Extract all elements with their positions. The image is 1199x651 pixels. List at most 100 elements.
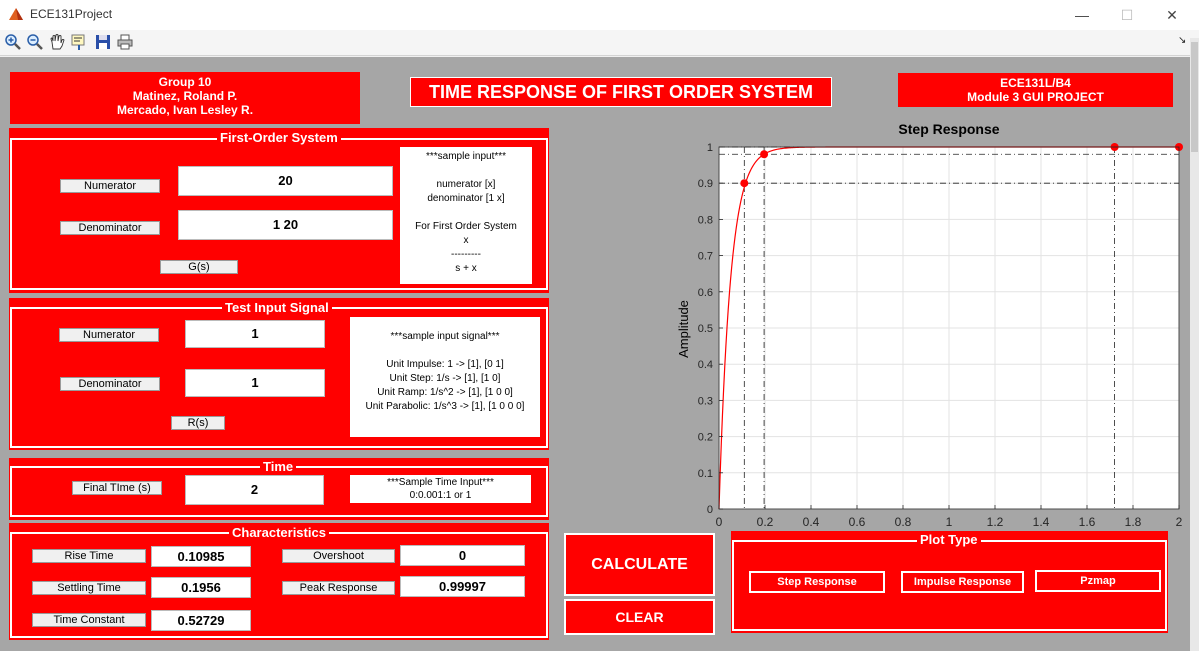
y-tick-label: 0.1 [698, 468, 713, 480]
settling-time-value: 0.1956 [151, 577, 251, 598]
fo-numerator-input[interactable]: 20 [178, 166, 393, 196]
y-tick-label: 0.4 [698, 359, 713, 371]
characteristics-panel-title: Characteristics [229, 525, 329, 540]
x-tick-label: 0.4 [803, 515, 820, 529]
note-line: Unit Step: 1/s -> [1], [1 0] [389, 373, 501, 384]
ti-numerator-input[interactable]: 1 [185, 320, 325, 348]
time-constant-label: Time Constant [32, 613, 146, 627]
overshoot-label: Overshoot [282, 549, 395, 563]
x-tick-label: 2 [1176, 515, 1183, 529]
first-order-panel-title: First-Order System [217, 130, 341, 145]
ti-denominator-label: Denominator [60, 377, 160, 391]
zoom-in-icon[interactable] [4, 33, 22, 51]
y-tick-label: 0.8 [698, 214, 713, 226]
x-tick-label: 0.6 [849, 515, 866, 529]
member-name-1: Matinez, Roland P. [132, 89, 238, 103]
y-tick-label: 0.7 [698, 251, 713, 263]
ti-sample-input-note: ***sample input signal*** Unit Impulse: … [350, 317, 540, 437]
time-panel-title: Time [260, 459, 297, 474]
figure-toolbar: ↘ [0, 30, 1199, 56]
chart-y-axis-label: Amplitude [676, 300, 691, 358]
step-response-chart[interactable]: Step Response Amplitude 0 0.2 0.4 0.6 0.8 1 1.… [660, 115, 1190, 535]
group-info-box: Group 10 Matinez, Roland P. Mercado, Iva… [10, 72, 360, 124]
page-title: TIME RESPONSE OF FIRST ORDER SYSTEM [410, 77, 832, 107]
note-line [400, 206, 532, 220]
minimize-button[interactable]: — [1059, 0, 1105, 30]
final-time-input[interactable]: 2 [185, 475, 324, 505]
rise-time-value: 0.10985 [151, 546, 251, 567]
calculate-button[interactable]: CALCULATE [564, 533, 715, 596]
close-button[interactable]: ✕ [1149, 0, 1195, 30]
scrollbar-thumb[interactable] [1191, 42, 1198, 152]
peak-response-label: Peak Response [282, 581, 395, 595]
peak-response-value: 0.99997 [400, 576, 525, 597]
x-tick-label: 1.8 [1125, 515, 1142, 529]
fo-denominator-input[interactable]: 1 20 [178, 210, 393, 240]
time-constant-value: 0.52729 [151, 610, 251, 631]
group-number: Group 10 [158, 75, 212, 89]
maximize-button[interactable]: ☐ [1104, 0, 1150, 30]
settling-time-label: Settling Time [32, 581, 146, 595]
note-line: s + x [455, 263, 477, 274]
x-tick-label: 0.2 [757, 515, 774, 529]
overshoot-value: 0 [400, 545, 525, 566]
y-tick-label: 0.2 [698, 432, 713, 444]
x-tick-label: 1.2 [987, 515, 1004, 529]
x-tick-label: 1.6 [1079, 515, 1096, 529]
chart-marker-point [760, 150, 769, 159]
y-tick-label: 1 [707, 142, 713, 154]
note-line: For First Order System [415, 221, 517, 232]
chart-marker-point [740, 179, 749, 188]
y-tick-label: 0 [707, 504, 713, 516]
note-line: ***sample input signal*** [390, 331, 500, 342]
note-line: Unit Ramp: 1/s^2 -> [1], [1 0 0] [377, 387, 513, 398]
x-tick-label: 1 [946, 515, 953, 529]
ti-denominator-input[interactable]: 1 [185, 369, 325, 397]
window-title-bar: ECE131Project — ☐ ✕ [0, 0, 1199, 30]
note-line: ***sample input*** [425, 151, 507, 162]
test-input-panel-title: Test Input Signal [222, 300, 332, 315]
data-cursor-icon[interactable] [70, 33, 88, 51]
module-name: Module 3 GUI PROJECT [967, 90, 1104, 104]
rise-time-label: Rise Time [32, 549, 146, 563]
vertical-scrollbar[interactable] [1190, 38, 1199, 651]
pan-icon[interactable] [48, 33, 66, 51]
window-title: ECE131Project [30, 7, 113, 21]
impulse-response-button[interactable]: Impulse Response [901, 571, 1024, 593]
y-tick-label: 0.3 [698, 395, 713, 407]
note-line: --------- [451, 249, 481, 260]
matlab-app-icon [9, 8, 23, 20]
course-code: ECE131L/B4 [1000, 76, 1071, 90]
x-tick-label: 0 [716, 515, 723, 529]
fo-denominator-label: Denominator [60, 221, 160, 235]
step-response-button[interactable]: Step Response [749, 571, 885, 593]
zoom-out-icon[interactable] [26, 33, 44, 51]
chart-title: Step Response [898, 121, 999, 137]
toolbar-dock-arrow-icon[interactable]: ↘ [1178, 35, 1186, 46]
note-line: Unit Parabolic: 1/s^3 -> [1], [1 0 0 0] [365, 401, 525, 412]
fo-numerator-label: Numerator [60, 179, 160, 193]
course-info-box: ECE131L/B4 Module 3 GUI PROJECT [898, 73, 1173, 107]
time-sample-note: ***Sample Time Input*** 0:0.001:1 or 1 [350, 475, 531, 503]
note-line: Unit Impulse: 1 -> [1], [0 1] [386, 359, 504, 370]
clear-button[interactable]: CLEAR [564, 599, 715, 635]
print-icon[interactable] [116, 33, 134, 51]
x-tick-label: 0.8 [895, 515, 912, 529]
member-name-2: Mercado, Ivan Lesley R. [116, 103, 254, 117]
note-line: ***Sample Time Input*** [387, 477, 494, 488]
x-tick-label: 1.4 [1033, 515, 1050, 529]
ti-numerator-label: Numerator [59, 328, 159, 342]
y-tick-label: 0.9 [698, 178, 713, 190]
y-tick-label: 0.5 [698, 323, 713, 335]
y-tick-label: 0.6 [698, 287, 713, 299]
pzmap-button[interactable]: Pzmap [1035, 570, 1161, 592]
note-line [350, 344, 540, 358]
note-line: 0:0.001:1 or 1 [409, 490, 472, 501]
gs-label: G(s) [160, 260, 238, 274]
note-line: denominator [1 x] [427, 193, 505, 204]
fo-sample-input-note: ***sample input*** numerator [x] denomin… [400, 147, 532, 284]
rs-label: R(s) [171, 416, 225, 430]
final-time-label: Final TIme (s) [72, 481, 162, 495]
save-icon[interactable] [94, 33, 112, 51]
note-line: x [463, 235, 469, 246]
